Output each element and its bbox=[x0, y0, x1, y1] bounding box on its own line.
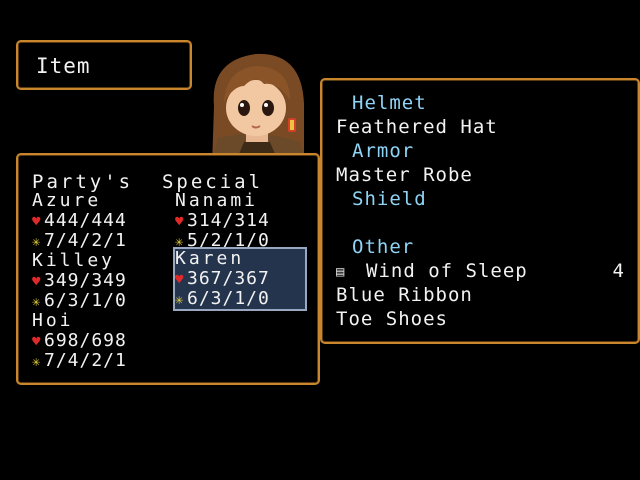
member-hp: 349/349 bbox=[44, 270, 127, 291]
party-member-hoi[interactable]: Hoi ♥ 698/698 ✳ 7/4/2/1 bbox=[32, 311, 162, 371]
member-mp: 6/3/1/0 bbox=[187, 288, 270, 309]
menu-title: Item bbox=[36, 54, 91, 78]
member-name: Hoi bbox=[32, 310, 74, 331]
member-mp: 7/4/2/1 bbox=[44, 350, 127, 371]
star-icon: ✳ bbox=[32, 354, 42, 370]
star-icon: ✳ bbox=[175, 292, 185, 308]
star-icon: ✳ bbox=[32, 234, 42, 250]
armor-label: Armor bbox=[352, 140, 415, 162]
party-member-karen[interactable]: Karen ♥ 367/367 ✳ 6/3/1/0 bbox=[173, 247, 307, 311]
shield-label: Shield bbox=[352, 188, 427, 210]
heart-icon: ♥ bbox=[32, 334, 42, 350]
armor-slot[interactable]: Master Robe bbox=[336, 164, 473, 186]
member-hp: 444/444 bbox=[44, 210, 127, 231]
heart-icon: ♥ bbox=[175, 272, 185, 288]
member-hp: 314/314 bbox=[187, 210, 270, 231]
other-label: Other bbox=[352, 236, 415, 258]
party-member-nanami[interactable]: Nanami ♥ 314/314 ✳ 5/2/1/0 bbox=[175, 191, 305, 251]
member-hp: 698/698 bbox=[44, 330, 127, 351]
character-portrait bbox=[204, 46, 312, 166]
heart-icon: ♥ bbox=[175, 214, 185, 230]
member-mp: 7/4/2/1 bbox=[44, 230, 127, 251]
equipment-panel: Helmet Feathered Hat Armor Master Robe S… bbox=[320, 78, 640, 344]
party-member-killey[interactable]: Killey ♥ 349/349 ✳ 6/3/1/0 bbox=[32, 251, 162, 311]
member-mp: 6/3/1/0 bbox=[44, 290, 127, 311]
member-name: Nanami bbox=[175, 190, 259, 211]
item-count: 4 bbox=[612, 260, 624, 282]
member-name: Karen bbox=[175, 248, 245, 269]
heart-icon: ♥ bbox=[32, 274, 42, 290]
menu-title-panel: Item bbox=[16, 40, 192, 90]
member-name: Killey bbox=[32, 250, 116, 271]
other-item-wind-of-sleep[interactable]: Wind of Sleep bbox=[366, 260, 528, 282]
helmet-slot[interactable]: Feathered Hat bbox=[336, 116, 498, 138]
party-panel: Party's Special Azure ♥ 444/444 ✳ 7/4/2/1 … bbox=[16, 153, 320, 385]
heart-icon: ♥ bbox=[32, 214, 42, 230]
other-item-toe-shoes[interactable]: Toe Shoes bbox=[336, 308, 448, 330]
member-hp: 367/367 bbox=[187, 268, 270, 289]
star-icon: ✳ bbox=[32, 294, 42, 310]
member-name: Azure bbox=[32, 190, 102, 211]
book-icon: ▤ bbox=[336, 264, 345, 280]
party-member-azure[interactable]: Azure ♥ 444/444 ✳ 7/4/2/1 bbox=[32, 191, 162, 251]
other-item-blue-ribbon[interactable]: Blue Ribbon bbox=[336, 284, 473, 306]
helmet-label: Helmet bbox=[352, 92, 427, 114]
